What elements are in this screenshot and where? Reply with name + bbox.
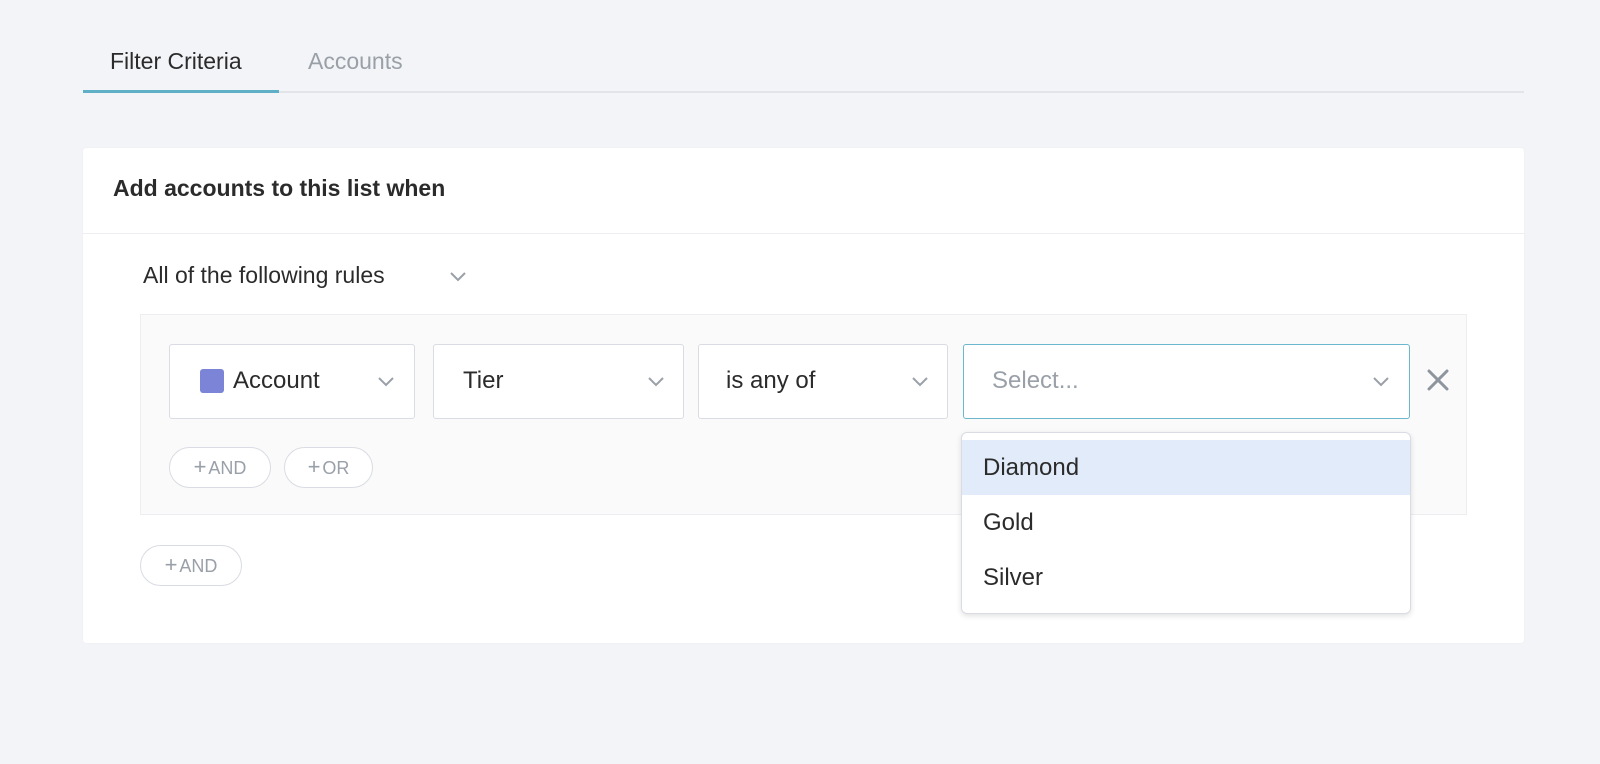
add-and-label: AND xyxy=(208,458,247,478)
plus-icon: + xyxy=(164,552,178,577)
object-select-value: Account xyxy=(233,367,320,394)
close-icon[interactable] xyxy=(1423,365,1453,395)
card-title: Add accounts to this list when xyxy=(83,148,1524,234)
plus-icon: + xyxy=(193,454,207,479)
rules-mode-label: All of the following rules xyxy=(143,262,385,288)
value-select-placeholder: Select... xyxy=(992,367,1079,394)
add-or-condition-button[interactable]: + OR xyxy=(284,447,373,488)
dropdown-option-gold[interactable]: Gold xyxy=(962,495,1410,550)
object-select[interactable]: Account xyxy=(169,344,415,419)
field-select[interactable]: Tier xyxy=(433,344,684,419)
chevron-down-icon xyxy=(378,377,394,387)
add-or-label: OR xyxy=(322,458,350,478)
operator-select-value: is any of xyxy=(726,367,816,394)
tab-accounts[interactable]: Accounts xyxy=(308,46,403,76)
field-select-value: Tier xyxy=(463,367,504,394)
tab-filter-criteria[interactable]: Filter Criteria xyxy=(83,46,279,93)
rules-mode-select[interactable]: All of the following rules xyxy=(143,262,466,289)
chevron-down-icon xyxy=(1373,377,1389,387)
chevron-down-icon xyxy=(912,377,928,387)
add-and-group-button[interactable]: + AND xyxy=(140,545,242,586)
chevron-down-icon xyxy=(450,272,466,282)
tab-bar: Filter Criteria Accounts xyxy=(83,38,1524,93)
plus-icon: + xyxy=(307,454,321,479)
value-select[interactable]: Select... xyxy=(963,344,1410,419)
dropdown-option-diamond[interactable]: Diamond xyxy=(962,440,1410,495)
add-and-condition-button[interactable]: + AND xyxy=(169,447,271,488)
dropdown-option-silver[interactable]: Silver xyxy=(962,550,1410,605)
operator-select[interactable]: is any of xyxy=(698,344,948,419)
value-dropdown-menu: Diamond Gold Silver xyxy=(961,432,1411,614)
add-and-group-label: AND xyxy=(179,556,218,576)
building-icon xyxy=(200,369,224,408)
chevron-down-icon xyxy=(648,377,664,387)
